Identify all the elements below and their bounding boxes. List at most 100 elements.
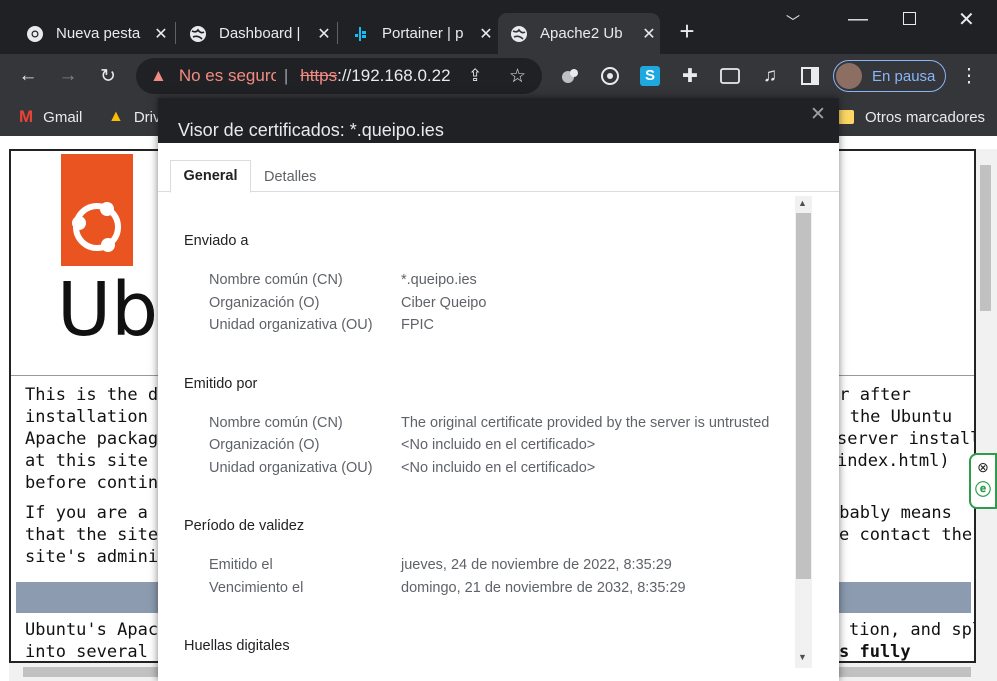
extension-balls-icon[interactable] xyxy=(556,62,584,90)
tab-strip: Nueva pesta ✕ Dashboard | ✕ Portainer | … xyxy=(0,0,997,54)
address-bar[interactable]: ▲ No es seguro | https ://192.168.0.22 ⇪… xyxy=(136,58,542,94)
dialog-header: Visor de certificados: *.queipo.ies xyxy=(158,98,839,143)
close-tab-icon[interactable]: ✕ xyxy=(150,24,172,44)
tab-general[interactable]: General xyxy=(170,160,251,193)
dialog-scrollbar[interactable]: ▲ ▼ xyxy=(795,196,812,668)
bookmark-star-icon[interactable]: ☆ xyxy=(509,65,526,88)
warning-icon: ▲ xyxy=(150,66,167,85)
paragraph-line-right: er after xyxy=(829,385,911,405)
scrollbar-thumb[interactable] xyxy=(796,213,811,579)
bookmark-label: Gmail xyxy=(43,108,83,126)
maximize-icon[interactable] xyxy=(903,12,916,25)
bookmark-other-folder[interactable]: Otros marcadores xyxy=(838,106,985,128)
close-tab-icon[interactable]: ✕ xyxy=(475,24,497,44)
scroll-down-icon[interactable]: ▼ xyxy=(798,652,807,662)
bookmark-drive[interactable]: ▲ Drive xyxy=(108,106,158,128)
divider: | xyxy=(283,66,289,85)
field-label: Organización (O) xyxy=(209,295,320,311)
paragraph-line-right: e contact the xyxy=(839,525,973,545)
field-label: Unidad organizativa (OU) xyxy=(209,317,373,333)
new-tab-icon[interactable]: + xyxy=(676,18,698,44)
browser-toolbar: ← → ↻ ▲ No es seguro | https ://192.168.… xyxy=(0,54,997,98)
paragraph-line: installation on xyxy=(25,407,179,427)
close-tab-icon[interactable]: ✕ xyxy=(313,24,335,44)
page-vertical-scrollbar[interactable] xyxy=(976,149,997,663)
field-label: Organización (O) xyxy=(209,437,320,453)
edge-e-icon[interactable]: ⓔ xyxy=(971,476,995,500)
tab-apache2[interactable]: Apache2 Ub ✕ xyxy=(498,13,660,54)
field-value: The original certificate provided by the… xyxy=(401,415,770,431)
field-value: <No incluido en el certificado> xyxy=(401,460,596,476)
extension-side-widget[interactable]: ⊗ ⓔ xyxy=(969,453,997,509)
dialog-title: Visor de certificados: *.queipo.ies xyxy=(178,120,444,140)
security-label[interactable]: No es seguro xyxy=(179,66,276,86)
field-label: Unidad organizativa (OU) xyxy=(209,460,373,476)
folder-icon xyxy=(838,110,854,124)
gmail-icon: M xyxy=(19,107,34,126)
tab-new-tab[interactable]: Nueva pesta ✕ xyxy=(14,13,172,54)
paragraph-line-right: s fully xyxy=(839,642,911,662)
forward-icon[interactable]: → xyxy=(54,62,82,90)
section-issued-to: Enviado a xyxy=(184,233,249,249)
field-value: FPIC xyxy=(401,317,435,333)
back-icon[interactable]: ← xyxy=(14,62,42,90)
paragraph-line-right: server installed xyxy=(837,429,974,449)
tab-label: Nueva pesta xyxy=(56,25,141,42)
close-widget-icon[interactable]: ⊗ xyxy=(971,459,995,476)
extension-film-icon[interactable] xyxy=(596,62,624,90)
field-label: Nombre común (CN) xyxy=(209,415,343,431)
extensions-puzzle-icon[interactable]: ✚ xyxy=(676,62,704,90)
section-issued-by: Emitido por xyxy=(184,376,258,392)
certificate-viewer-dialog: Visor de certificados: *.queipo.ies ✕ Ge… xyxy=(158,98,839,681)
tab-label: Dashboard | xyxy=(219,25,301,42)
profile-button[interactable]: En pausa xyxy=(833,60,946,92)
globe-icon xyxy=(189,25,207,43)
reload-icon[interactable]: ↻ xyxy=(94,62,122,90)
section-fingerprints: Huellas digitales xyxy=(184,638,290,654)
profile-status: En pausa xyxy=(872,67,936,85)
share-icon[interactable]: ⇪ xyxy=(468,66,482,86)
field-label: Nombre común (CN) xyxy=(209,272,343,288)
tab-portainer[interactable]: Portainer | p ✕ xyxy=(340,13,497,54)
field-value: jueves, 24 de noviembre de 2022, 8:35:29 xyxy=(401,557,672,573)
paragraph-line: If you are a no xyxy=(25,503,179,523)
close-dialog-icon[interactable]: ✕ xyxy=(810,103,826,126)
scrollbar-thumb[interactable] xyxy=(980,165,991,311)
paragraph-line-right: index.html) xyxy=(837,451,950,471)
tab-label: Apache2 Ub xyxy=(540,25,623,42)
close-tab-icon[interactable]: ✕ xyxy=(638,24,660,44)
extension-s-icon[interactable]: S xyxy=(636,62,664,90)
field-label: Emitido el xyxy=(209,557,273,573)
section-validity: Período de validez xyxy=(184,518,305,534)
ubuntu-logo-icon xyxy=(61,154,133,266)
tab-separator xyxy=(175,22,176,44)
paragraph-line: before continu xyxy=(25,473,169,493)
chrome-icon xyxy=(26,25,44,43)
field-value: <No incluido en el certificado> xyxy=(401,437,596,453)
media-playlist-icon[interactable]: ♫ xyxy=(756,62,784,90)
avatar xyxy=(836,63,862,89)
close-window-icon[interactable]: ✕ xyxy=(958,7,975,32)
tab-dashboard[interactable]: Dashboard | ✕ xyxy=(177,13,335,54)
paragraph-line: Apache packag xyxy=(25,429,159,449)
tab-divider xyxy=(158,191,839,192)
field-value: Ciber Queipo xyxy=(401,295,487,311)
tab-label: Portainer | p xyxy=(382,25,464,42)
paragraph-line: site's administ xyxy=(25,547,179,567)
cast-icon[interactable] xyxy=(716,62,744,90)
paragraph-line: Ubuntu's Apac xyxy=(25,620,159,640)
tab-details[interactable]: Detalles xyxy=(264,169,316,185)
field-value: domingo, 21 de noviembre de 2032, 8:35:2… xyxy=(401,580,686,596)
side-panel-icon[interactable] xyxy=(796,62,824,90)
minimize-icon[interactable]: — xyxy=(848,8,868,31)
scroll-up-icon[interactable]: ▲ xyxy=(798,198,807,208)
bookmark-label: Otros marcadores xyxy=(865,108,986,126)
menu-kebab-icon[interactable]: ⋮ xyxy=(955,62,983,90)
portainer-icon xyxy=(352,25,370,43)
tab-search-chevron-icon[interactable]: ﹀ xyxy=(786,12,800,32)
globe-icon xyxy=(510,25,528,43)
bookmark-gmail[interactable]: M Gmail xyxy=(19,106,82,128)
url-scheme: https xyxy=(300,66,338,85)
url-text: ://192.168.0.22 xyxy=(337,66,451,85)
drive-icon: ▲ xyxy=(108,108,124,125)
